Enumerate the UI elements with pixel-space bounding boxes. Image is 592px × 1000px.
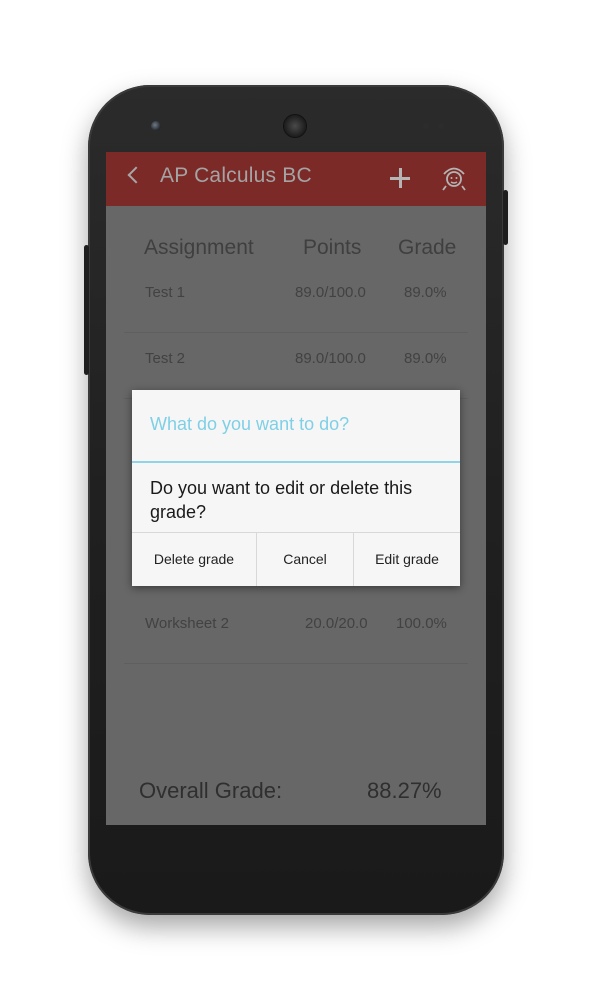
cancel-button[interactable]: Cancel [257, 533, 353, 586]
delete-grade-button[interactable]: Delete grade [132, 533, 256, 586]
overall-label: Overall Grade: [139, 778, 283, 803]
edit-grade-button[interactable]: Edit grade [354, 533, 460, 586]
page-title: AP Calculus BC [160, 164, 312, 187]
row-points: 89.0/100.0 [295, 284, 366, 301]
header-grade: Grade [398, 236, 457, 259]
plus-icon[interactable] [390, 168, 410, 188]
earpiece-speaker [284, 115, 306, 137]
header-points: Points [303, 236, 362, 259]
dialog-message: Do you want to edit or delete this grade… [150, 478, 413, 522]
table-header: Assignment Points Grade [144, 236, 464, 266]
app-bar: AP Calculus BC [106, 152, 486, 206]
dialog-title-divider [132, 461, 460, 463]
row-grade: 89.0% [404, 350, 447, 367]
row-assignment: Test 1 [145, 284, 186, 301]
dialog-button-bar: Delete grade Cancel Edit grade [132, 532, 460, 586]
action-dialog: What do you want to do? Do you want to e… [132, 390, 460, 586]
overall-value: 88.27% [367, 778, 442, 803]
chevron-left-icon[interactable] [127, 166, 145, 184]
row-assignment: Test 2 [145, 350, 186, 367]
proximity-sensor [423, 123, 429, 129]
table-row[interactable]: Test 1 89.0/100.0 89.0% [124, 267, 468, 333]
power-button [503, 190, 508, 245]
header-assignment: Assignment [144, 236, 254, 259]
front-camera [151, 121, 161, 131]
row-divider [124, 663, 468, 664]
table-row[interactable]: Worksheet 2 20.0/20.0 100.0% [124, 598, 468, 664]
row-points: 20.0/20.0 [305, 615, 368, 632]
row-points: 89.0/100.0 [295, 350, 366, 367]
volume-button [84, 245, 89, 375]
row-grade: 89.0% [404, 284, 447, 301]
row-grade: 100.0% [396, 615, 447, 632]
row-assignment: Worksheet 2 [145, 615, 229, 632]
profile-icon[interactable] [440, 164, 468, 192]
light-sensor [438, 123, 444, 129]
dialog-title: What do you want to do? [150, 414, 350, 434]
